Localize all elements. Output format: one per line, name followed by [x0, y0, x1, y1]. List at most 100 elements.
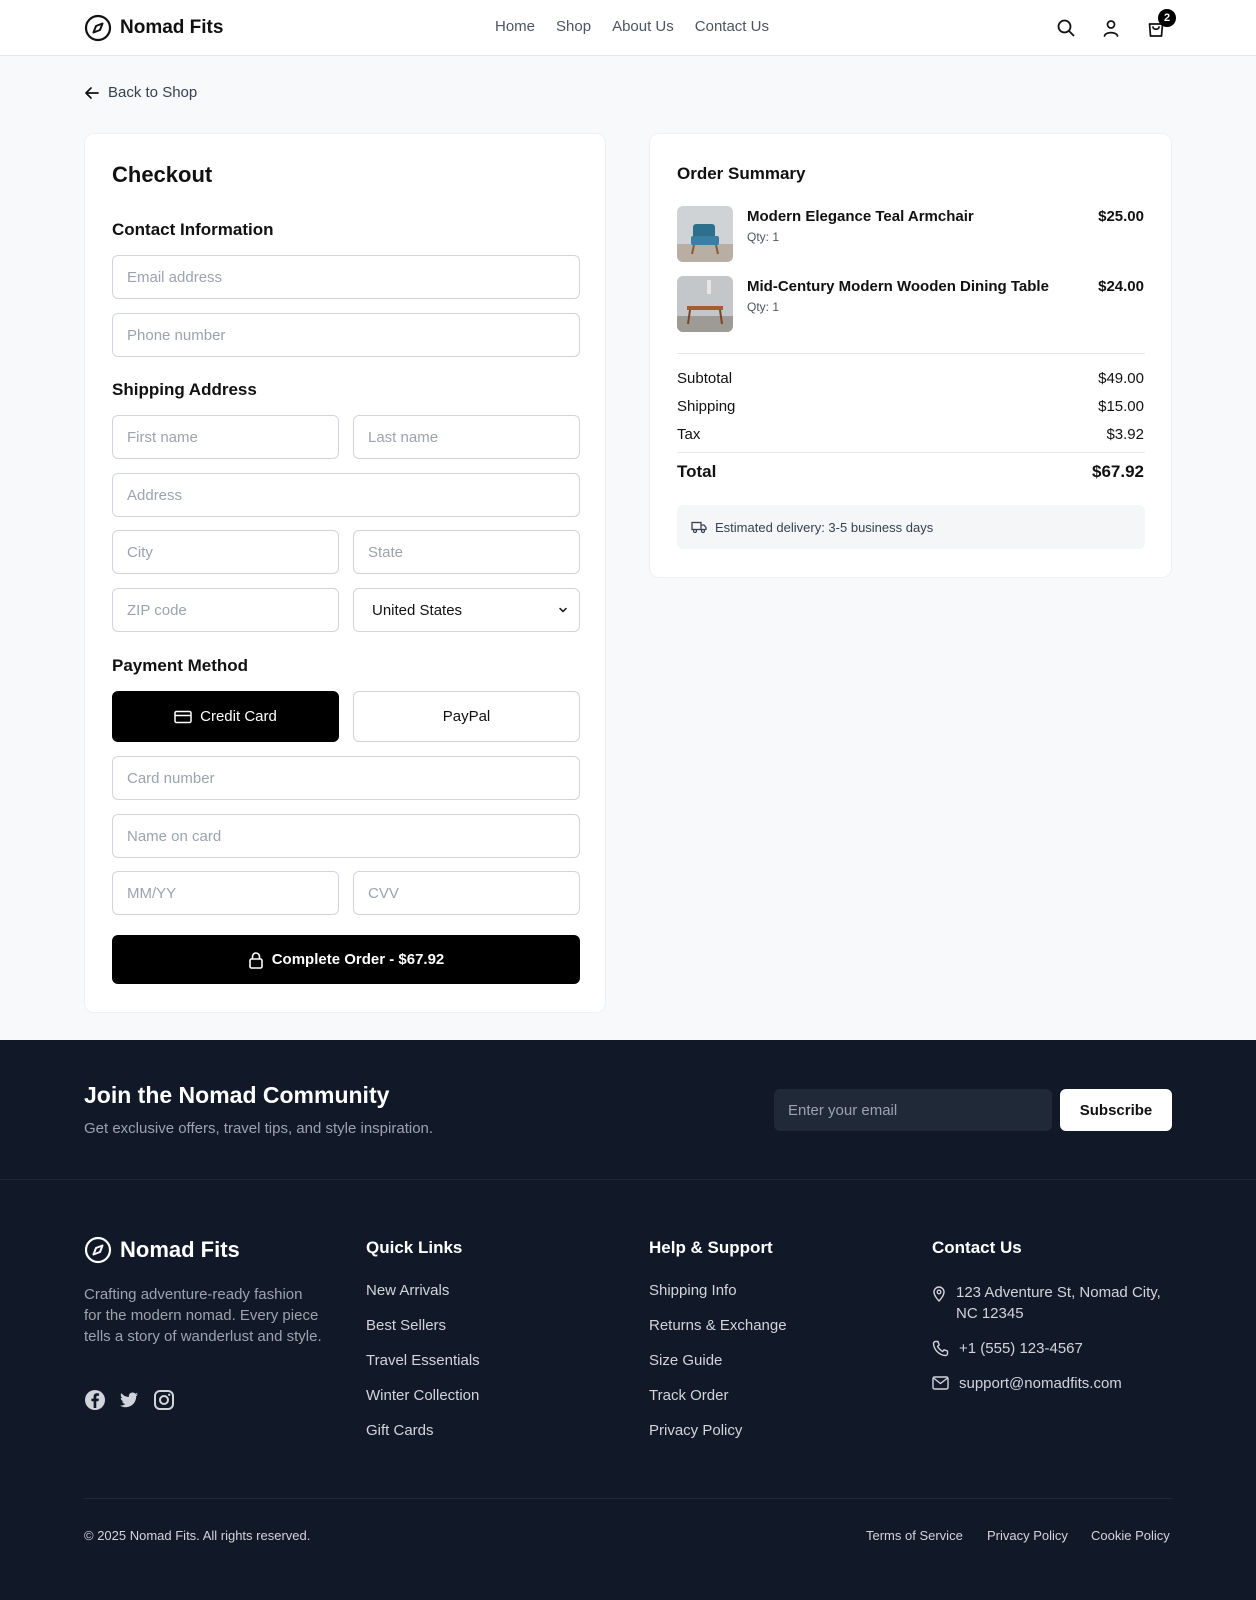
country-select[interactable]: United States — [353, 588, 580, 632]
address-field[interactable] — [112, 473, 580, 517]
footer-link[interactable]: Size Guide — [649, 1352, 722, 1369]
nav-home[interactable]: Home — [495, 18, 535, 35]
nav-contact[interactable]: Contact Us — [695, 18, 769, 35]
footer-brand-logo[interactable]: Nomad Fits — [84, 1236, 240, 1264]
phone-icon — [932, 1340, 949, 1357]
shipping-label: Shipping — [677, 398, 736, 415]
city-field[interactable] — [112, 530, 339, 574]
name-on-card-field[interactable] — [112, 814, 580, 858]
item-qty: Qty: 1 — [747, 230, 780, 244]
cvv-field[interactable] — [353, 871, 580, 915]
contact-address: 123 Adventure St, Nomad City, NC 12345 — [932, 1282, 1177, 1324]
lock-icon — [248, 951, 264, 969]
privacy-link[interactable]: Privacy Policy — [987, 1528, 1068, 1543]
cookie-link[interactable]: Cookie Policy — [1091, 1528, 1170, 1543]
email-field[interactable] — [112, 255, 580, 299]
copyright-text: © 2025 Nomad Fits. All rights reserved. — [84, 1528, 311, 1543]
cart-count-badge: 2 — [1158, 9, 1176, 27]
footer-link[interactable]: New Arrivals — [366, 1282, 449, 1299]
contact-email-text: support@nomadfits.com — [959, 1375, 1122, 1392]
last-name-field[interactable] — [353, 415, 580, 459]
back-to-shop-link[interactable]: Back to Shop — [84, 84, 197, 101]
help-support-title: Help & Support — [649, 1238, 773, 1257]
newsletter-title: Join the Nomad Community — [84, 1082, 390, 1108]
brand-description: Crafting adventure-ready fashion for the… — [84, 1286, 322, 1345]
newsletter-email-input[interactable] — [774, 1089, 1052, 1131]
delivery-text: Estimated delivery: 3-5 business days — [715, 519, 934, 535]
brand-logo[interactable]: Nomad Fits — [84, 14, 223, 42]
total-label: Total — [677, 462, 717, 481]
footer-link[interactable]: Travel Essentials — [366, 1352, 480, 1369]
main-nav: Home Shop About Us Contact Us — [495, 18, 769, 35]
card-number-field[interactable] — [112, 756, 580, 800]
total-value: $67.92 — [1092, 462, 1144, 481]
credit-card-label: Credit Card — [200, 708, 277, 725]
contact-address-text: 123 Adventure St, Nomad City, NC 12345 — [956, 1284, 1161, 1322]
nav-about[interactable]: About Us — [612, 18, 674, 35]
summary-title: Order Summary — [677, 164, 806, 183]
user-icon[interactable] — [1101, 18, 1121, 38]
arrow-left-icon — [84, 85, 100, 101]
summary-divider — [677, 353, 1145, 354]
checkout-form: Checkout Contact Information Shipping Ad… — [84, 133, 606, 1013]
footer-link[interactable]: Best Sellers — [366, 1317, 446, 1334]
country-value: United States — [372, 601, 463, 619]
truck-icon — [691, 520, 707, 534]
search-icon[interactable] — [1056, 18, 1076, 38]
credit-card-icon — [174, 710, 192, 724]
footer-link[interactable]: Winter Collection — [366, 1387, 479, 1404]
site-header: Nomad Fits Home Shop About Us Contact Us… — [0, 0, 1256, 56]
terms-link[interactable]: Terms of Service — [866, 1528, 963, 1543]
order-summary: Order Summary Modern Elegance Teal Armch… — [649, 133, 1172, 578]
subtotal-value: $49.00 — [1098, 370, 1144, 387]
footer-bottom-divider — [84, 1498, 1172, 1499]
dining-table-thumbnail — [677, 276, 733, 332]
compass-icon — [84, 1236, 112, 1264]
footer-link[interactable]: Privacy Policy — [649, 1422, 742, 1439]
expiry-field[interactable] — [112, 871, 339, 915]
subtotal-label: Subtotal — [677, 370, 733, 387]
twitter-icon[interactable] — [118, 1389, 140, 1411]
paypal-option[interactable]: PayPal — [353, 691, 580, 742]
total-divider — [677, 452, 1145, 453]
footer-link[interactable]: Returns & Exchange — [649, 1317, 787, 1334]
contact-phone[interactable]: +1 (555) 123-4567 — [932, 1338, 1083, 1359]
site-footer: Join the Nomad Community Get exclusive o… — [0, 1040, 1256, 1600]
first-name-field[interactable] — [112, 415, 339, 459]
zip-field[interactable] — [112, 588, 339, 632]
contact-email[interactable]: support@nomadfits.com — [932, 1373, 1122, 1394]
complete-order-label: Complete Order - $67.92 — [271, 951, 445, 968]
chevron-down-icon — [557, 604, 569, 616]
item-name: Mid-Century Modern Wooden Dining Table — [747, 278, 1049, 295]
footer-brand-name: Nomad Fits — [120, 1237, 240, 1262]
footer-link[interactable]: Shipping Info — [649, 1282, 737, 1299]
brand-name: Nomad Fits — [120, 17, 224, 38]
footer-divider — [0, 1179, 1256, 1180]
shipping-heading: Shipping Address — [112, 380, 257, 399]
compass-icon — [84, 14, 112, 42]
facebook-icon[interactable] — [84, 1389, 106, 1411]
phone-field[interactable] — [112, 313, 580, 357]
subscribe-button[interactable]: Subscribe — [1060, 1089, 1172, 1131]
item-price: $24.00 — [1098, 278, 1144, 295]
back-link-label: Back to Shop — [108, 84, 198, 101]
contact-heading: Contact Information — [112, 220, 274, 239]
payment-heading: Payment Method — [112, 656, 249, 675]
nav-shop[interactable]: Shop — [556, 18, 591, 35]
tax-value: $3.92 — [1106, 426, 1144, 443]
state-field[interactable] — [353, 530, 580, 574]
shipping-value: $15.00 — [1098, 398, 1144, 415]
tax-label: Tax — [677, 426, 701, 443]
paypal-label: PayPal — [442, 708, 491, 725]
footer-link[interactable]: Gift Cards — [366, 1422, 434, 1439]
map-pin-icon — [932, 1286, 946, 1302]
delivery-estimate: Estimated delivery: 3-5 business days — [677, 505, 1145, 549]
item-qty: Qty: 1 — [747, 300, 780, 314]
newsletter-subtitle: Get exclusive offers, travel tips, and s… — [84, 1120, 434, 1137]
complete-order-button[interactable]: Complete Order - $67.92 — [112, 935, 580, 984]
footer-link[interactable]: Track Order — [649, 1387, 728, 1404]
credit-card-option[interactable]: Credit Card — [112, 691, 339, 742]
instagram-icon[interactable] — [153, 1389, 175, 1411]
contact-phone-text: +1 (555) 123-4567 — [959, 1340, 1083, 1357]
item-name: Modern Elegance Teal Armchair — [747, 208, 974, 225]
